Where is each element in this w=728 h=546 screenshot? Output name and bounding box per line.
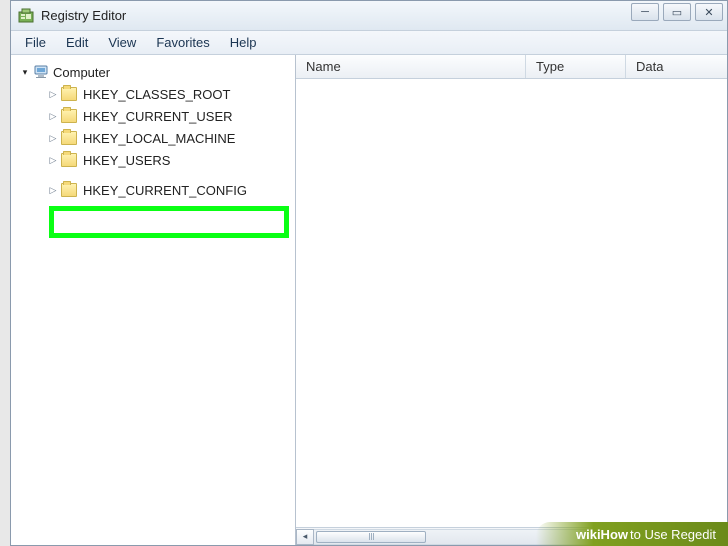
tree-view[interactable]: ▾ Computer ▷ HKEY_CLASSES_ROOT ▷ bbox=[11, 55, 296, 545]
close-button[interactable]: ✕ bbox=[695, 3, 723, 21]
scroll-thumb[interactable] bbox=[316, 531, 426, 543]
tree-label: Computer bbox=[51, 65, 112, 80]
tree-node-hkey-users[interactable]: ▷ HKEY_USERS bbox=[13, 149, 293, 171]
tree-label: HKEY_LOCAL_MACHINE bbox=[81, 131, 237, 146]
folder-icon bbox=[61, 153, 77, 167]
folder-icon bbox=[61, 109, 77, 123]
window-controls: ─ ▭ ✕ bbox=[631, 3, 723, 21]
list-view: Name Type Data ◂ ▸ bbox=[296, 55, 727, 545]
expander-icon[interactable]: ▷ bbox=[47, 110, 59, 122]
folder-icon bbox=[61, 87, 77, 101]
expander-icon[interactable]: ▾ bbox=[19, 66, 31, 78]
expander-icon[interactable]: ▷ bbox=[47, 132, 59, 144]
menu-file[interactable]: File bbox=[17, 33, 54, 52]
tree-label: HKEY_CURRENT_USER bbox=[81, 109, 235, 124]
wikihow-watermark: wikiHow to Use Regedit bbox=[536, 522, 728, 546]
minimize-button[interactable]: ─ bbox=[631, 3, 659, 21]
tree-node-hkey-local-machine[interactable]: ▷ HKEY_LOCAL_MACHINE bbox=[13, 127, 293, 149]
tree-node-computer[interactable]: ▾ Computer bbox=[13, 61, 293, 83]
tree-label: HKEY_USERS bbox=[81, 153, 172, 168]
expander-icon[interactable]: ▷ bbox=[47, 88, 59, 100]
menu-edit[interactable]: Edit bbox=[58, 33, 96, 52]
folder-icon bbox=[61, 131, 77, 145]
tree-node-hkey-current-config[interactable]: ▷ HKEY_CURRENT_CONFIG bbox=[13, 179, 293, 201]
menu-favorites[interactable]: Favorites bbox=[148, 33, 217, 52]
computer-icon bbox=[33, 64, 51, 80]
regedit-app-icon bbox=[17, 7, 35, 25]
tree-node-hkey-current-user[interactable]: ▷ HKEY_CURRENT_USER bbox=[13, 105, 293, 127]
scroll-left-button[interactable]: ◂ bbox=[296, 529, 314, 545]
titlebar[interactable]: Registry Editor ─ ▭ ✕ bbox=[11, 1, 727, 31]
tree-label: HKEY_CURRENT_CONFIG bbox=[81, 183, 249, 198]
column-headers: Name Type Data bbox=[296, 55, 727, 79]
tree-label: HKEY_CLASSES_ROOT bbox=[81, 87, 232, 102]
expander-icon[interactable]: ▷ bbox=[47, 184, 59, 196]
expander-icon[interactable]: ▷ bbox=[47, 154, 59, 166]
column-header-type[interactable]: Type bbox=[526, 55, 626, 78]
list-body[interactable] bbox=[296, 79, 727, 527]
registry-editor-window: Registry Editor ─ ▭ ✕ File Edit View Fav… bbox=[10, 0, 728, 546]
tree-node-hkey-classes-root[interactable]: ▷ HKEY_CLASSES_ROOT bbox=[13, 83, 293, 105]
menu-help[interactable]: Help bbox=[222, 33, 265, 52]
column-header-data[interactable]: Data bbox=[626, 55, 727, 78]
maximize-button[interactable]: ▭ bbox=[663, 3, 691, 21]
instruction-highlight bbox=[49, 206, 289, 238]
menu-bar: File Edit View Favorites Help bbox=[11, 31, 727, 55]
folder-icon bbox=[61, 183, 77, 197]
column-header-name[interactable]: Name bbox=[296, 55, 526, 78]
watermark-text: to Use Regedit bbox=[630, 527, 716, 542]
menu-view[interactable]: View bbox=[100, 33, 144, 52]
window-title: Registry Editor bbox=[41, 8, 126, 23]
client-area: ▾ Computer ▷ HKEY_CLASSES_ROOT ▷ bbox=[11, 55, 727, 545]
watermark-brand: wikiHow bbox=[576, 527, 628, 542]
